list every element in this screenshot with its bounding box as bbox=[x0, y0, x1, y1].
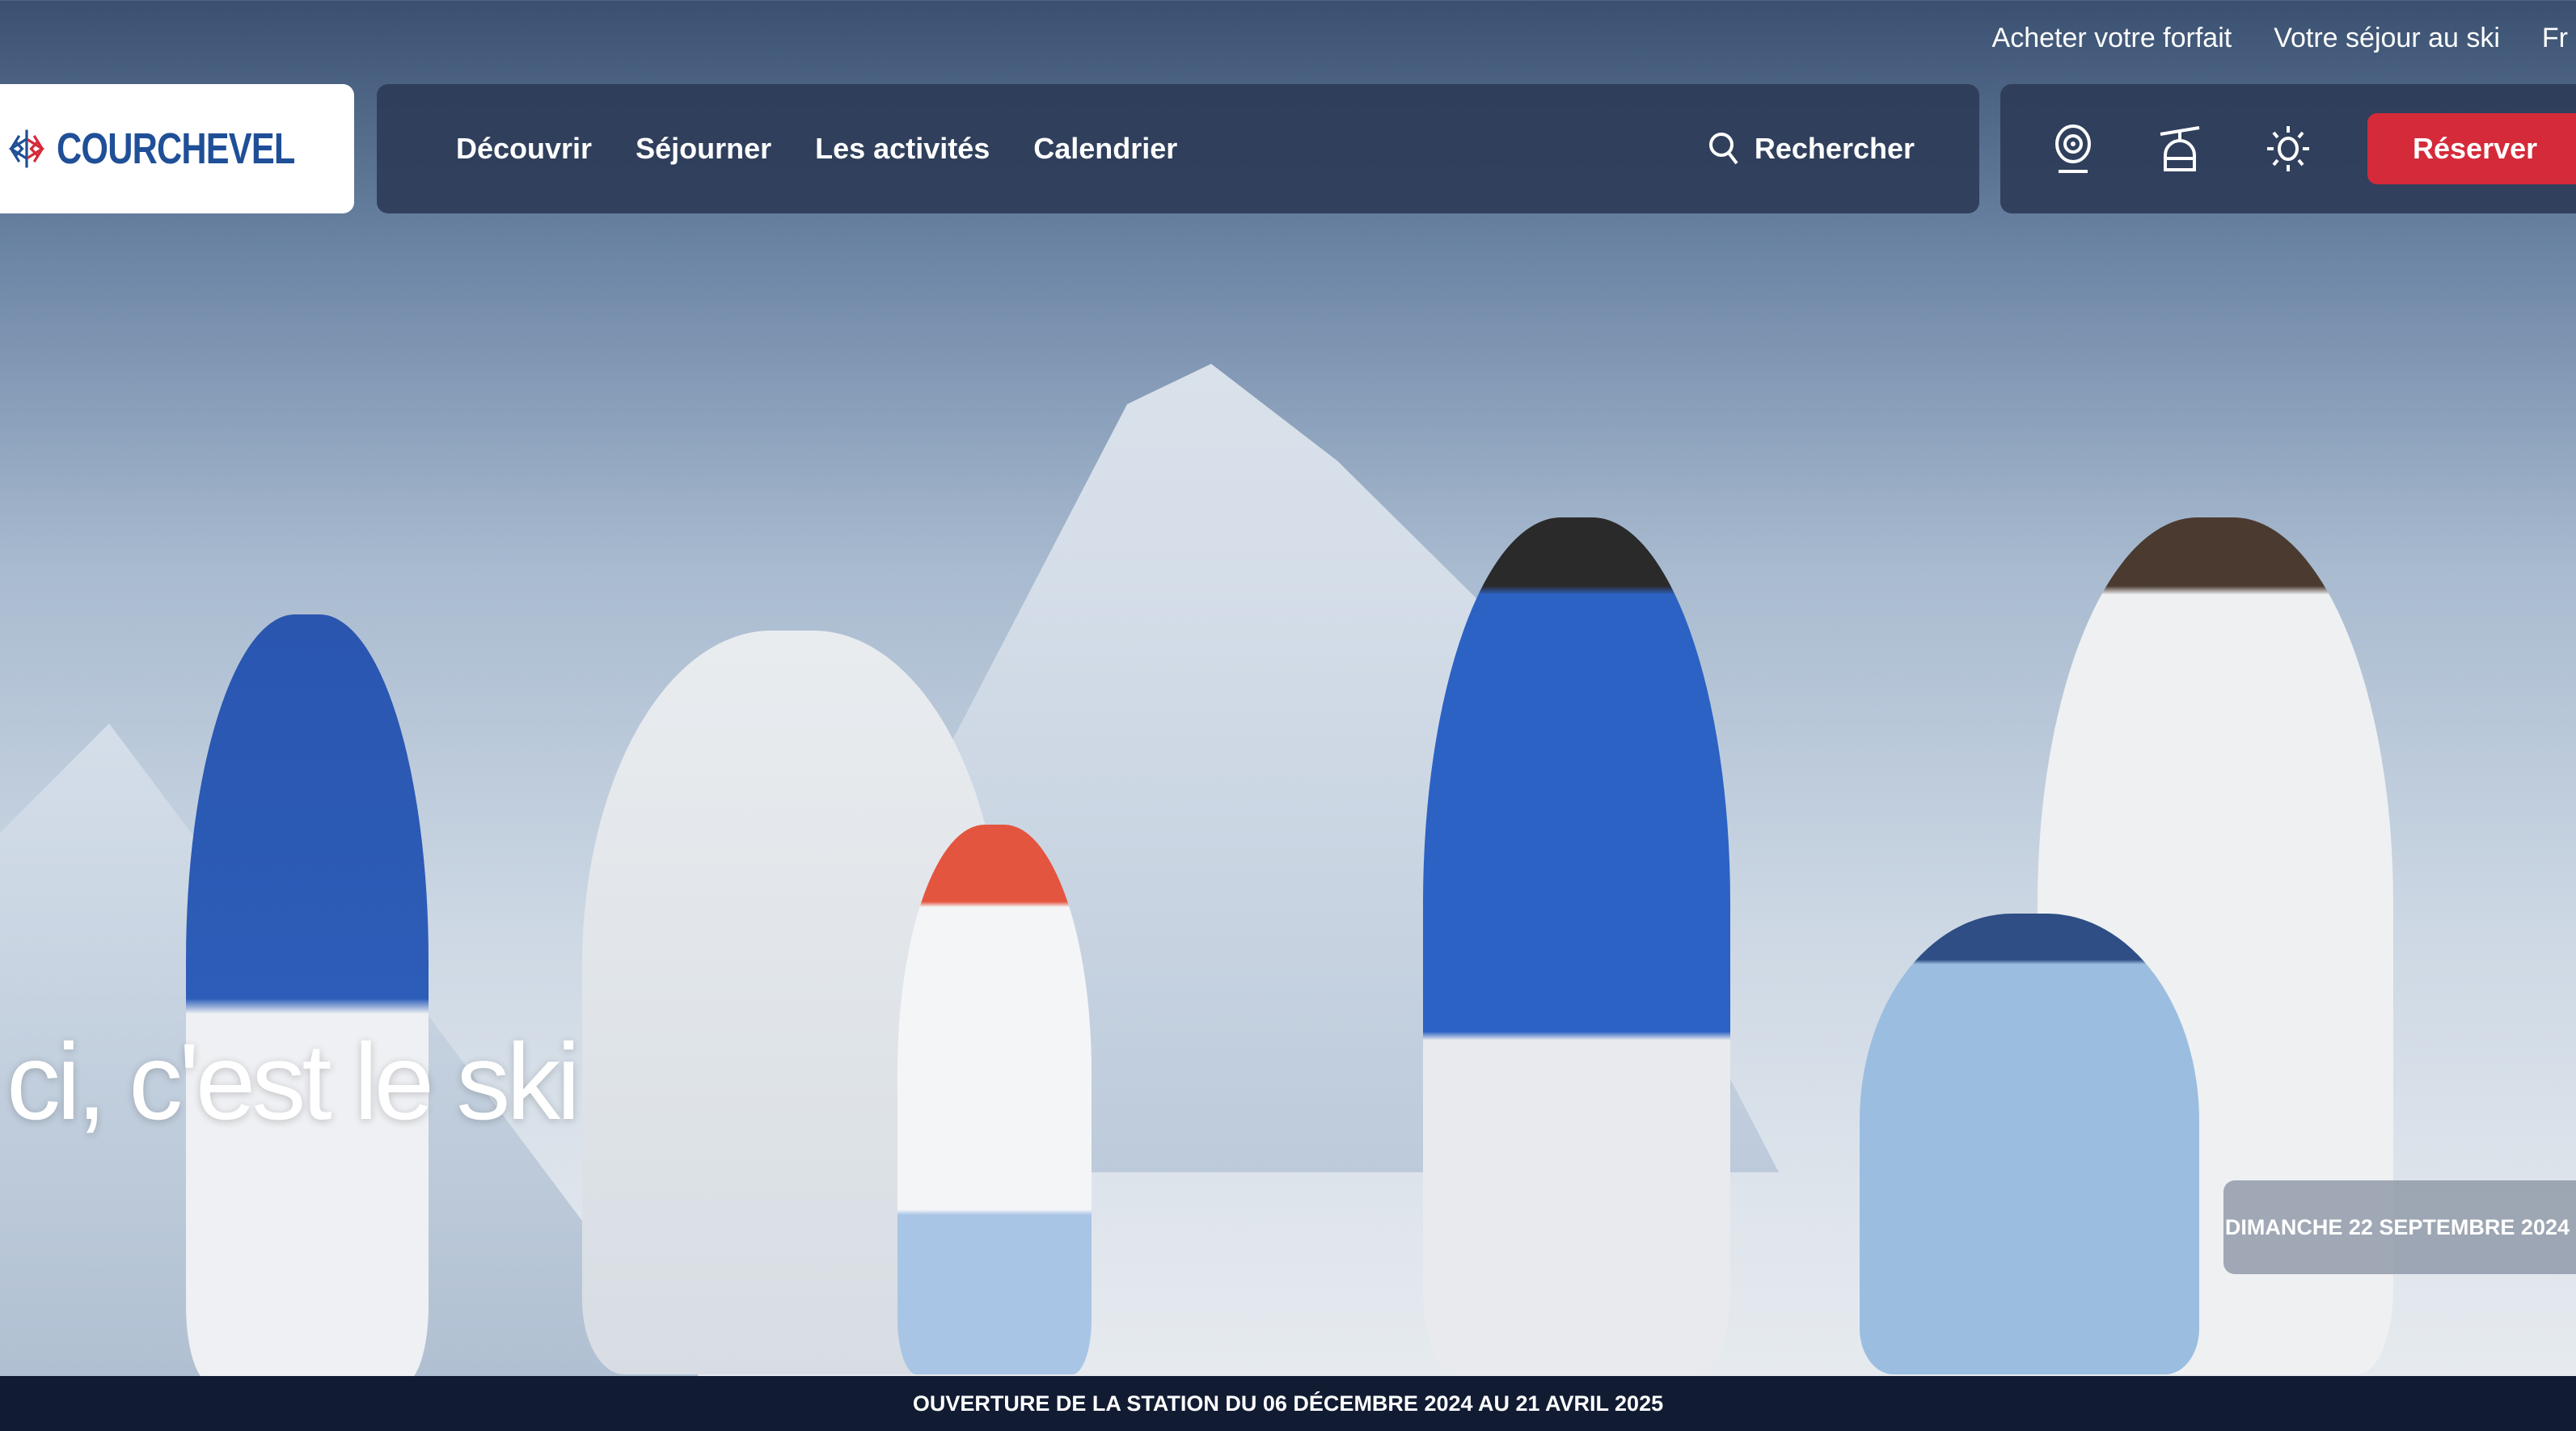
buy-pass-link[interactable]: Acheter votre forfait bbox=[1992, 23, 2232, 54]
skier-figure bbox=[186, 614, 429, 1382]
skier-figure bbox=[897, 825, 1092, 1374]
logo-text: COURCHEVEL bbox=[56, 125, 295, 173]
skier-figure bbox=[1860, 914, 2199, 1374]
nav-item-decouvrir[interactable]: Découvrir bbox=[456, 132, 592, 166]
reserve-button[interactable]: Réserver bbox=[2367, 113, 2576, 184]
ski-stay-link[interactable]: Votre séjour au ski bbox=[2274, 23, 2500, 54]
webcam-icon[interactable] bbox=[2049, 123, 2097, 175]
logo[interactable]: COURCHEVEL bbox=[0, 84, 354, 213]
nav-item-activites[interactable]: Les activités bbox=[815, 132, 990, 166]
search-label: Rechercher bbox=[1754, 132, 1915, 165]
opening-banner-text: OUVERTURE DE LA STATION DU 06 DÉCEMBRE 2… bbox=[912, 1391, 1664, 1416]
date-badge: DIMANCHE 22 SEPTEMBRE 2024 bbox=[2223, 1180, 2576, 1274]
search-button[interactable]: Rechercher bbox=[1708, 84, 1915, 213]
nav-item-calendrier[interactable]: Calendrier bbox=[1033, 132, 1177, 166]
main-nav: Découvrir Séjourner Les activités Calend… bbox=[377, 84, 1979, 213]
top-links: Acheter votre forfait Votre séjour au sk… bbox=[1992, 23, 2568, 54]
language-selector[interactable]: Fr bbox=[2542, 23, 2568, 54]
search-icon bbox=[1708, 133, 1738, 165]
hero-headline: ci, c'est le ski bbox=[6, 1022, 581, 1142]
opening-banner: OUVERTURE DE LA STATION DU 06 DÉCEMBRE 2… bbox=[0, 1376, 2576, 1431]
weather-sun-icon[interactable] bbox=[2264, 123, 2312, 175]
snowflake-logo-icon bbox=[8, 129, 45, 168]
skier-figure bbox=[1423, 517, 1730, 1374]
nav-item-sejourner[interactable]: Séjourner bbox=[636, 132, 771, 166]
cable-car-icon[interactable] bbox=[2156, 123, 2204, 175]
